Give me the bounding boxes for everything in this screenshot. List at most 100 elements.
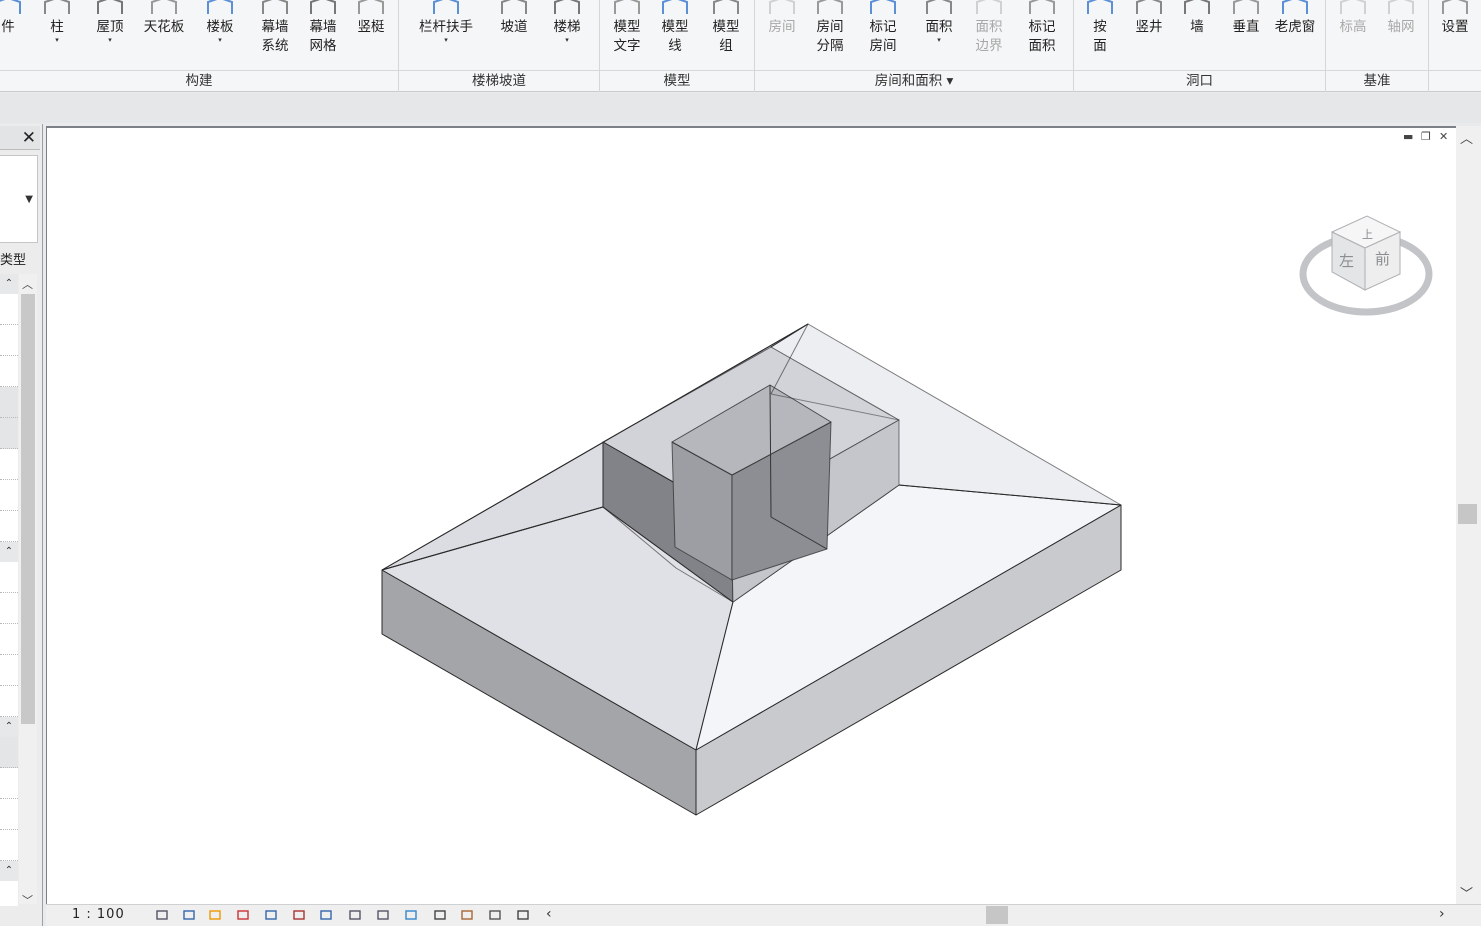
scroll-thumb[interactable] bbox=[21, 294, 35, 724]
model-line-button[interactable]: 模型 线 bbox=[651, 0, 699, 68]
ramp-button[interactable]: 坡道 bbox=[490, 0, 538, 68]
design-option-icon[interactable] bbox=[460, 908, 474, 922]
dropdown-arrow-icon[interactable]: ▾ bbox=[55, 37, 59, 44]
workset-icon[interactable] bbox=[433, 908, 447, 922]
railing-button[interactable]: 栏杆扶手 ▾ bbox=[419, 0, 473, 68]
scroll-thumb[interactable] bbox=[1458, 504, 1477, 524]
roof-button[interactable]: 屋顶 ▾ bbox=[86, 0, 134, 68]
area-boundary-button[interactable]: 面积 边界 bbox=[965, 0, 1013, 68]
by-face-button[interactable]: 按 面 bbox=[1076, 0, 1124, 68]
sun-path-icon[interactable] bbox=[208, 908, 222, 922]
dropdown-arrow-icon[interactable]: ▾ bbox=[565, 37, 569, 44]
scale-selector[interactable]: 1 : 100 bbox=[72, 907, 125, 922]
unlock-3d-icon[interactable] bbox=[348, 908, 362, 922]
level-button[interactable]: 标高 bbox=[1329, 0, 1377, 68]
property-row[interactable] bbox=[0, 325, 18, 356]
viewcube[interactable]: 上 左 前 bbox=[1297, 204, 1437, 324]
property-row[interactable] bbox=[0, 356, 18, 387]
collapse-icon[interactable]: ⌃ bbox=[0, 274, 18, 294]
property-row[interactable] bbox=[0, 655, 18, 686]
room-button[interactable]: 房间 bbox=[758, 0, 806, 68]
viewcube-front[interactable]: 前 bbox=[1375, 250, 1390, 268]
shaft-button[interactable]: 竖井 bbox=[1125, 0, 1173, 68]
temporary-hide-icon[interactable] bbox=[376, 908, 390, 922]
grid-button[interactable]: 轴网 bbox=[1377, 0, 1425, 68]
crop-view-icon[interactable] bbox=[292, 908, 306, 922]
show-crop-icon[interactable] bbox=[319, 908, 333, 922]
property-row[interactable] bbox=[0, 511, 18, 542]
tag-room-button[interactable]: 标记 房间 bbox=[859, 0, 907, 68]
chevron-up-icon[interactable]: ︿ bbox=[22, 276, 33, 292]
scroll-left-icon[interactable]: ‹ bbox=[546, 906, 552, 922]
panel-label-model[interactable]: 模型 bbox=[600, 71, 754, 91]
property-row[interactable] bbox=[0, 624, 18, 655]
panel-label-opening[interactable]: 洞口 bbox=[1074, 71, 1325, 91]
chevron-down-icon[interactable]: ﹀ bbox=[22, 892, 33, 908]
mullion-button[interactable]: 竖梃 bbox=[347, 0, 395, 68]
property-row[interactable] bbox=[0, 418, 18, 449]
close-icon[interactable]: ✕ bbox=[1439, 130, 1448, 143]
minimize-icon[interactable]: ▬ bbox=[1403, 130, 1413, 143]
property-row[interactable] bbox=[0, 593, 18, 624]
scroll-right-icon[interactable]: › bbox=[1439, 906, 1445, 922]
wall-opening-button[interactable]: 墙 bbox=[1173, 0, 1221, 68]
component-button[interactable]: 件 bbox=[0, 0, 32, 68]
property-row[interactable] bbox=[0, 480, 18, 511]
viewcube-top[interactable]: 上 bbox=[1362, 228, 1373, 241]
collapse-icon[interactable]: ⌃ bbox=[0, 861, 18, 881]
floor-button[interactable]: 楼板 ▾ bbox=[196, 0, 244, 68]
properties-scrollbar[interactable]: ︿ ﹀ bbox=[19, 274, 37, 907]
panel-label-stairs[interactable]: 楼梯坡道 bbox=[399, 71, 599, 91]
panel-label-room-area[interactable]: 房间和面积 ▾ bbox=[755, 71, 1073, 91]
property-row[interactable] bbox=[0, 737, 18, 768]
vertical-scrollbar[interactable]: ︿ ﹀ bbox=[1456, 126, 1481, 904]
chevron-down-icon[interactable]: ﹀ bbox=[1460, 883, 1473, 902]
horizontal-scroll-thumb[interactable] bbox=[986, 906, 1008, 924]
analytical-icon[interactable] bbox=[488, 908, 502, 922]
visual-style-icon[interactable] bbox=[182, 908, 196, 922]
property-row[interactable] bbox=[0, 294, 18, 325]
reveal-hidden-icon[interactable] bbox=[404, 908, 418, 922]
curtain-system-button[interactable]: 幕墙 系统 bbox=[251, 0, 299, 68]
model-3d[interactable] bbox=[47, 128, 1457, 906]
column-button[interactable]: 柱 ▾ bbox=[33, 0, 81, 68]
close-icon[interactable]: ✕ bbox=[22, 128, 36, 148]
room-separator-button[interactable]: 房间 分隔 bbox=[806, 0, 854, 68]
restore-icon[interactable]: ❐ bbox=[1421, 130, 1431, 143]
property-row[interactable] bbox=[0, 768, 18, 799]
property-row[interactable] bbox=[0, 686, 18, 717]
panel-label-datum[interactable]: 基准 bbox=[1326, 71, 1428, 91]
collapse-icon[interactable]: ⌃ bbox=[0, 717, 18, 737]
vertical-opening-button[interactable]: 垂直 bbox=[1222, 0, 1270, 68]
highlight-icon[interactable] bbox=[516, 908, 530, 922]
set-workplane-button[interactable]: 设置 bbox=[1431, 0, 1479, 68]
curtain-grid-button[interactable]: 幕墙 网格 bbox=[299, 0, 347, 68]
area-button[interactable]: 面积 ▾ bbox=[915, 0, 963, 68]
edit-type-label[interactable]: 类型 bbox=[0, 249, 26, 268]
model-group-button[interactable]: 模型 组 bbox=[702, 0, 750, 68]
property-row[interactable] bbox=[0, 830, 18, 861]
shadows-icon[interactable] bbox=[236, 908, 250, 922]
property-row[interactable] bbox=[0, 387, 18, 418]
type-selector[interactable]: ▼ bbox=[0, 155, 38, 243]
dropdown-arrow-icon[interactable]: ▾ bbox=[444, 37, 448, 44]
collapse-icon[interactable]: ⌃ bbox=[0, 542, 18, 562]
property-row[interactable] bbox=[0, 799, 18, 830]
dropdown-arrow-icon[interactable]: ▾ bbox=[937, 37, 941, 44]
model-text-button[interactable]: 模型 文字 bbox=[603, 0, 651, 68]
3d-view-canvas[interactable]: 上 左 前 ▾ ▾ bbox=[46, 126, 1481, 906]
property-row[interactable] bbox=[0, 562, 18, 593]
dropdown-arrow-icon[interactable]: ▾ bbox=[108, 37, 112, 44]
chevron-up-icon[interactable]: ︿ bbox=[1460, 128, 1473, 147]
chevron-down-icon[interactable]: ▼ bbox=[25, 194, 33, 205]
property-row[interactable] bbox=[0, 449, 18, 480]
viewcube-left[interactable]: 左 bbox=[1339, 252, 1354, 270]
dormer-button[interactable]: 老虎窗 bbox=[1271, 0, 1319, 68]
ceiling-button[interactable]: 天花板 bbox=[140, 0, 188, 68]
stair-button[interactable]: 楼梯 ▾ bbox=[543, 0, 591, 68]
panel-label-build[interactable]: 构建 bbox=[0, 71, 398, 91]
tag-area-button[interactable]: 标记 面积 bbox=[1018, 0, 1066, 68]
detail-level-icon[interactable] bbox=[155, 908, 169, 922]
render-icon[interactable] bbox=[264, 908, 278, 922]
dropdown-arrow-icon[interactable]: ▾ bbox=[218, 37, 222, 44]
